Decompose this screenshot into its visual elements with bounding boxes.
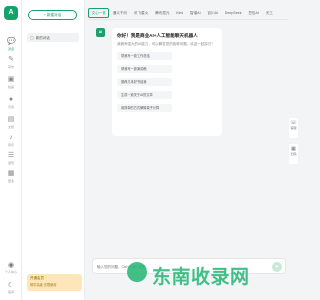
welcome-subtitle: 我拥有强大的AI能力，可以解答您的各种问题，欢迎一起探讨！ bbox=[117, 42, 215, 46]
rail-item-discover[interactable]: ☰ 发现 bbox=[0, 152, 22, 170]
pen-icon: ✎ bbox=[8, 56, 14, 63]
float-qrcode-button[interactable]: ▦ 扫码 bbox=[289, 144, 298, 164]
send-icon: ➤ bbox=[274, 264, 280, 270]
rail-item-idea[interactable]: ● 灵感 bbox=[0, 96, 22, 114]
rail-item-theme[interactable]: ☾ 夜间 bbox=[0, 282, 22, 296]
rail-item-write[interactable]: ✎ 写作 bbox=[0, 56, 22, 74]
vip-subtitle: 畅享高级 无限使用 bbox=[30, 283, 57, 287]
suggestion-item[interactable]: 推荐几本好书给我 bbox=[117, 78, 172, 86]
tabs-divider bbox=[88, 19, 288, 20]
suggestion-item[interactable]: 帮我写一篇演讲稿 bbox=[117, 65, 172, 73]
tab-deepseek[interactable]: DeepSeek bbox=[221, 8, 245, 18]
doc-icon: ▤ bbox=[7, 116, 15, 123]
music-icon: ♪ bbox=[9, 134, 13, 141]
app-logo[interactable]: A bbox=[4, 6, 18, 20]
conversation-item[interactable]: ▢ 新的对话 bbox=[27, 33, 79, 42]
rail-item-draw[interactable]: ▣ 绘画 bbox=[0, 76, 22, 94]
watermark-logo bbox=[127, 262, 147, 282]
watermark-text: 东南收录网 bbox=[152, 267, 250, 288]
moon-icon: ☾ bbox=[7, 282, 15, 289]
float-support-button[interactable]: ☏ 客服 bbox=[289, 118, 298, 138]
rail-item-profile[interactable]: ◉ 个人中心 bbox=[0, 262, 22, 276]
list-icon: ☰ bbox=[7, 152, 15, 159]
chat-icon: 💬 bbox=[7, 38, 16, 45]
tab-baichuan[interactable]: 百川AI bbox=[204, 8, 221, 18]
tab-doubao[interactable]: 豆包AI bbox=[245, 8, 262, 18]
suggestion-item[interactable]: 帮我写一篇工作总结 bbox=[117, 52, 172, 60]
bulb-icon: ● bbox=[8, 96, 14, 103]
rail-item-more[interactable]: ▦ 更多 bbox=[0, 170, 22, 188]
bot-avatar: AI bbox=[96, 28, 105, 37]
tab-tiangong[interactable]: 天工 bbox=[262, 8, 276, 18]
grid-icon: ▦ bbox=[7, 170, 15, 177]
vip-banner[interactable]: 开通会员 畅享高级 无限使用 bbox=[27, 274, 82, 291]
tab-hunyuan[interactable]: 腾讯混元 bbox=[152, 8, 173, 18]
chat-bubble-icon: ▢ bbox=[30, 35, 34, 40]
rail-item-chat[interactable]: 💬 对话 bbox=[0, 38, 22, 56]
icon-rail: A 💬 对话 ✎ 写作 ▣ 绘画 ● 灵感 ▤ 文档 ♪ 音乐 ☰ 发现 ▦ 更多 ◉ 个人中心 … bbox=[0, 0, 22, 300]
tab-tongyi[interactable]: 通义千问 bbox=[109, 8, 130, 18]
user-icon: ◉ bbox=[7, 262, 15, 269]
new-conversation-button[interactable]: + 新建对话 bbox=[28, 10, 77, 20]
conversation-sidebar: + 新建对话 ▢ 新的对话 bbox=[22, 0, 85, 300]
model-tabs: 文心一言 通义千问 讯飞星火 腾讯混元 Kimi 智谱AI 百川AI DeepS… bbox=[88, 8, 276, 18]
vip-title: 开通会员 bbox=[30, 276, 44, 280]
image-icon: ▣ bbox=[7, 76, 15, 83]
rail-item-doc[interactable]: ▤ 文档 bbox=[0, 116, 22, 134]
tab-xinghuo[interactable]: 讯飞星火 bbox=[131, 8, 152, 18]
suggestion-item[interactable]: 用简单的方式解释量子计算 bbox=[117, 104, 172, 112]
tab-wenxin[interactable]: 文心一言 bbox=[88, 8, 110, 18]
tab-zhipu[interactable]: 智谱AI bbox=[187, 8, 204, 18]
rail-item-music[interactable]: ♪ 音乐 bbox=[0, 134, 22, 152]
suggestion-item[interactable]: 生成一篇关于AI的文章 bbox=[117, 91, 172, 99]
welcome-title: 你好！我是商业AI+人工智能聊天机器人 bbox=[117, 33, 198, 38]
send-button[interactable]: ➤ bbox=[272, 262, 282, 272]
welcome-card: 你好！我是商业AI+人工智能聊天机器人 我拥有强大的AI能力，可以解答您的各种问… bbox=[112, 28, 222, 136]
tab-kimi[interactable]: Kimi bbox=[173, 8, 187, 18]
